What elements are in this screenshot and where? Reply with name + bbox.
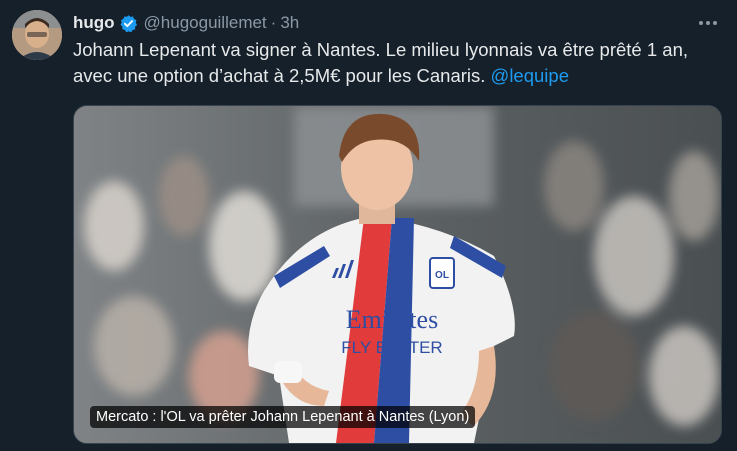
display-name[interactable]: hugo <box>73 13 115 33</box>
media-photo: OL Emirates FLY BETTER <box>74 106 721 443</box>
shirt-sponsor: Emirates <box>346 305 438 334</box>
separator-dot: · <box>270 13 277 32</box>
user-handle[interactable]: @hugoguillemet <box>144 13 267 33</box>
tweet-media[interactable]: OL Emirates FLY BETTER Mercato : l'OL va… <box>73 105 722 444</box>
verified-badge-icon <box>119 14 138 33</box>
svg-text:OL: OL <box>435 270 449 281</box>
tweet[interactable]: hugo @hugoguillemet · 3h Johann Lepenant… <box>0 0 737 451</box>
tweet-text-line-2: avec une option d’achat à 2,5M€ pour les… <box>73 65 491 86</box>
tweet-text: Johann Lepenant va signer à Nantes. Le m… <box>73 37 723 89</box>
more-options-icon[interactable] <box>695 12 721 34</box>
avatar-image <box>12 10 62 60</box>
mention-link[interactable]: @lequipe <box>491 65 569 86</box>
timestamp[interactable]: 3h <box>280 13 299 33</box>
tweet-text-line-1: Johann Lepenant va signer à Nantes. Le m… <box>73 39 689 60</box>
avatar[interactable] <box>12 10 62 60</box>
media-caption: Mercato : l'OL va prêter Johann Lepenant… <box>90 406 476 428</box>
tweet-header: hugo @hugoguillemet · 3h <box>73 12 299 34</box>
shirt-sponsor-tagline: FLY BETTER <box>341 338 442 357</box>
